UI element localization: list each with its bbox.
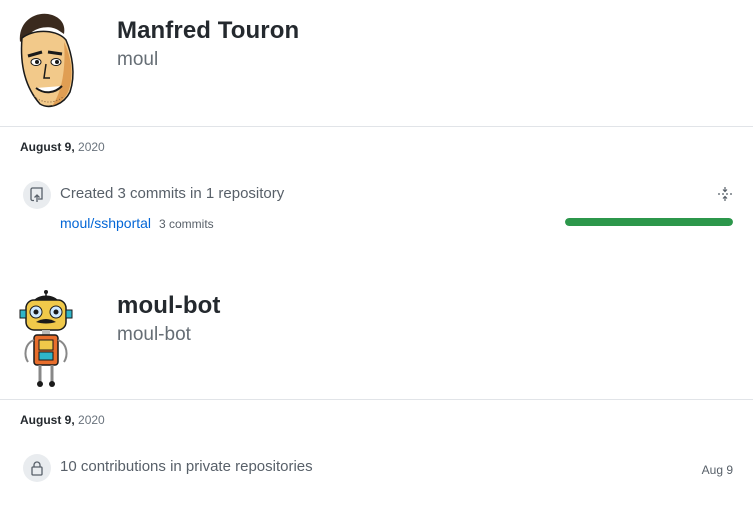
event-summary: Created 3 commits in 1 repository bbox=[60, 185, 285, 202]
profile-name[interactable]: moul-bot bbox=[117, 292, 220, 320]
event-date: Aug 9 bbox=[701, 463, 733, 477]
date-year: 2020 bbox=[78, 413, 105, 427]
collapse-icon[interactable] bbox=[717, 186, 733, 202]
repo-link[interactable]: moul/sshportal bbox=[60, 215, 151, 231]
commit-count[interactable]: 3 commits bbox=[159, 217, 214, 231]
commit-progress-bar bbox=[565, 218, 733, 226]
avatar[interactable] bbox=[14, 290, 76, 388]
repo-push-icon bbox=[23, 181, 51, 209]
date-month-day: August 9, bbox=[20, 413, 75, 427]
activity-date: August 9, 2020 bbox=[20, 413, 105, 427]
divider bbox=[0, 126, 753, 127]
commit-progress-fill bbox=[565, 218, 733, 226]
profile-name[interactable]: Manfred Touron bbox=[117, 17, 299, 45]
profile-login[interactable]: moul bbox=[117, 49, 158, 71]
profile-login[interactable]: moul-bot bbox=[117, 324, 191, 346]
date-year: 2020 bbox=[78, 140, 105, 154]
divider bbox=[0, 399, 753, 400]
date-month-day: August 9, bbox=[20, 140, 75, 154]
avatar[interactable] bbox=[14, 12, 76, 110]
profile-moul-bot: moul-bot moul-bot bbox=[0, 270, 753, 400]
lock-icon bbox=[23, 454, 51, 482]
event-summary: 10 contributions in private repositories bbox=[60, 458, 313, 475]
profile-manfred-touron: Manfred Touron moul bbox=[0, 0, 753, 126]
activity-date: August 9, 2020 bbox=[20, 140, 105, 154]
